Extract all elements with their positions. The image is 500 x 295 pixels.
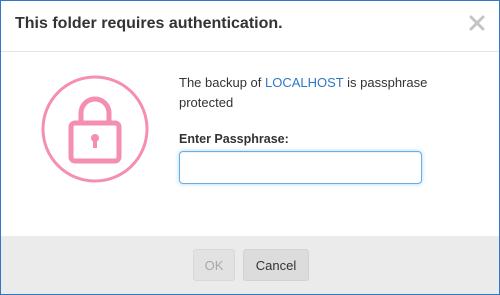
message-prefix: The backup of xyxy=(179,75,265,90)
cancel-button[interactable]: Cancel xyxy=(243,249,309,281)
dialog-header: This folder requires authentication. xyxy=(1,1,499,52)
dialog-title: This folder requires authentication. xyxy=(15,15,283,32)
auth-dialog: This folder requires authentication. The… xyxy=(0,0,500,295)
auth-message: The backup of LOCALHOST is passphrase pr… xyxy=(179,73,479,113)
dialog-footer: OK Cancel xyxy=(1,236,499,294)
passphrase-input[interactable] xyxy=(179,151,422,184)
host-name: LOCALHOST xyxy=(265,75,344,90)
passphrase-label: Enter Passphrase: xyxy=(179,132,289,146)
close-icon[interactable] xyxy=(467,13,487,33)
ok-button[interactable]: OK xyxy=(193,249,235,281)
lock-icon xyxy=(41,75,149,183)
